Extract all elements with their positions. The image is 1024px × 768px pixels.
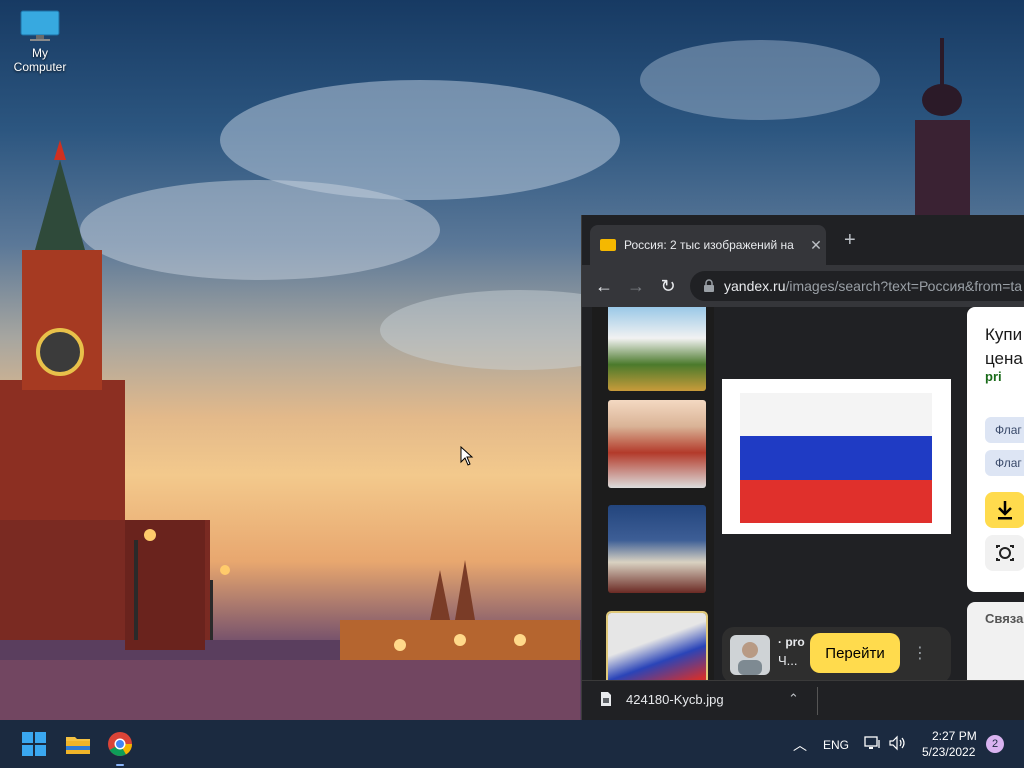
source-name: · pro (778, 635, 805, 649)
tab-strip: Россия: 2 тыс изображений на ✕ + (582, 215, 1024, 265)
new-tab-button[interactable]: + (844, 229, 856, 252)
monitor-icon (20, 10, 60, 42)
windows-start-icon[interactable] (18, 728, 50, 760)
info-side-panel: Купи цена pri Флаг Флаг Связа (967, 307, 1024, 680)
download-item[interactable]: 424180-Kycb.jpg (600, 691, 724, 707)
download-filename: 424180-Kycb.jpg (626, 691, 724, 707)
clock-time[interactable]: 2:27 PM (932, 729, 977, 743)
thumbnail-1[interactable] (608, 307, 706, 391)
lens-icon (996, 545, 1014, 561)
show-hidden-icons-chevron-icon[interactable]: ︿ (793, 735, 807, 755)
flag-red-stripe (740, 479, 932, 523)
thumbnail-4-selected[interactable] (606, 611, 708, 680)
chrome-icon[interactable] (104, 728, 136, 760)
forward-arrow-icon[interactable]: → (620, 276, 652, 297)
url-host: yandex.ru (724, 278, 786, 294)
file-icon (601, 692, 611, 706)
back-arrow-icon[interactable]: ← (588, 276, 620, 297)
reload-icon[interactable]: ↻ (652, 276, 684, 297)
download-button[interactable] (985, 492, 1024, 528)
url-path: /images/search?text=Россия&from=ta (785, 278, 1023, 294)
tab-yandex-images[interactable]: Россия: 2 тыс изображений на ✕ (590, 225, 826, 265)
page-content: · pro Ч... Купи цена pri Флаг Флаг Связа (582, 307, 1024, 680)
mouse-cursor-icon (460, 446, 474, 466)
flag-white-stripe (740, 393, 932, 437)
chevron-up-icon[interactable]: ⌃ (788, 691, 799, 707)
image-preview[interactable] (722, 379, 951, 534)
address-bar[interactable]: yandex.ru/images/search?text=Россия&from… (690, 271, 1024, 301)
clock-date[interactable]: 5/23/2022 (922, 745, 975, 759)
lock-icon (702, 279, 716, 293)
download-divider (817, 687, 818, 715)
more-options-icon[interactable]: ⋮ (912, 643, 928, 663)
related-label: Связа (985, 611, 1024, 626)
browser-toolbar: ← → ↻ yandex.ru/images/search?text=Росси… (582, 265, 1024, 307)
file-explorer-icon[interactable] (62, 728, 94, 760)
network-icon[interactable] (864, 734, 882, 757)
yandex-images-favicon-icon (600, 239, 616, 251)
tag-chip-2[interactable]: Флаг (985, 450, 1024, 476)
download-bar: 424180-Kycb.jpg ⌃ (582, 680, 1024, 720)
product-title[interactable]: Купи цена (985, 323, 1024, 371)
volume-icon[interactable] (888, 734, 908, 757)
chrome-active-indicator (116, 764, 124, 766)
source-avatar (730, 635, 770, 675)
related-card: Связа (967, 602, 1024, 680)
tab-title: Россия: 2 тыс изображений на (624, 238, 794, 252)
my-computer-label: My Computer (13, 46, 67, 74)
russian-flag-image (740, 393, 932, 523)
tag-chip-1[interactable]: Флаг (985, 417, 1024, 443)
product-card: Купи цена pri Флаг Флаг (967, 307, 1024, 592)
go-to-site-button[interactable]: Перейти (810, 633, 900, 673)
thumbnail-strip (592, 307, 714, 680)
product-source[interactable]: pri (985, 369, 1002, 384)
thumbnail-2[interactable] (608, 400, 706, 488)
image-search-button[interactable] (985, 535, 1024, 571)
my-computer-desktop-icon[interactable]: My Computer (4, 10, 76, 74)
flag-blue-stripe (740, 436, 932, 480)
source-description: Ч... (778, 653, 798, 668)
thumbnail-3[interactable] (608, 505, 706, 593)
language-indicator[interactable]: ENG (823, 738, 849, 752)
notification-badge[interactable]: 2 (986, 735, 1004, 753)
chrome-window: Россия: 2 тыс изображений на ✕ + ← → ↻ y… (581, 215, 1024, 720)
download-icon (998, 501, 1012, 520)
close-tab-icon[interactable]: ✕ (806, 237, 826, 254)
